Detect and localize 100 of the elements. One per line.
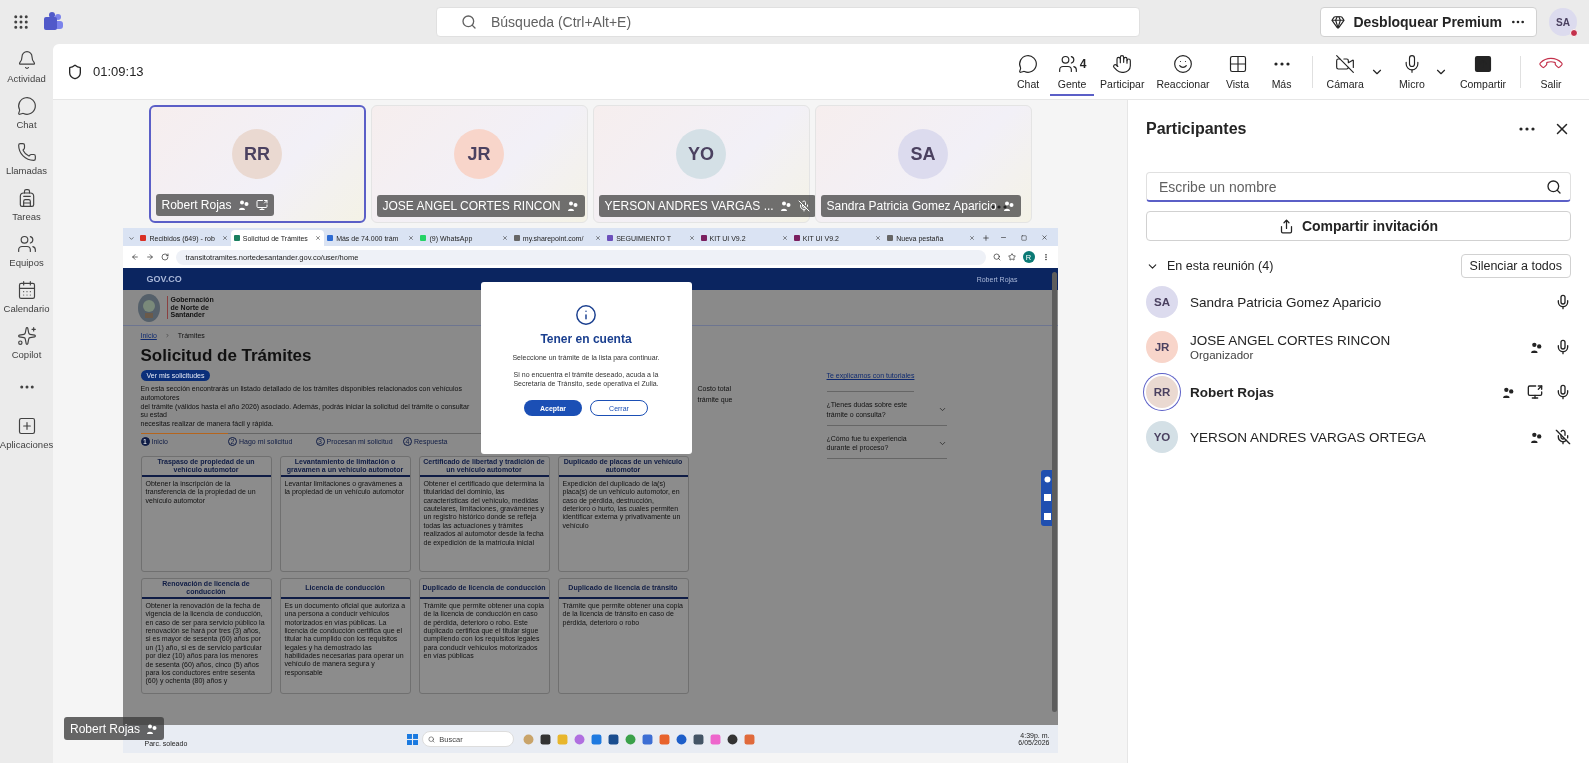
attendee-badge-icon bbox=[566, 200, 579, 212]
toolbar-button[interactable]: Chat bbox=[1006, 47, 1051, 96]
search-field[interactable]: Búsqueda (Ctrl+Alt+E) bbox=[436, 7, 1140, 37]
toolbar-button[interactable]: Más bbox=[1259, 47, 1304, 96]
back-icon[interactable] bbox=[130, 253, 139, 261]
search-icon[interactable] bbox=[992, 253, 1001, 261]
participant-row[interactable]: RR Robert Rojas bbox=[1146, 370, 1571, 414]
chat-icon bbox=[16, 96, 37, 116]
gem-icon bbox=[1331, 15, 1346, 29]
minimize-icon[interactable] bbox=[999, 234, 1007, 241]
favicon bbox=[233, 235, 240, 241]
add-app-icon bbox=[16, 416, 37, 436]
favicon bbox=[420, 235, 427, 241]
start-icon[interactable] bbox=[407, 733, 419, 745]
participant-avatar: SA bbox=[1146, 286, 1178, 318]
text-size-icon bbox=[1043, 494, 1051, 502]
favicon bbox=[700, 235, 707, 241]
scrollbar[interactable] bbox=[1051, 272, 1057, 712]
teams-logo-icon[interactable] bbox=[42, 12, 64, 32]
tab-list-icon[interactable] bbox=[127, 235, 135, 242]
dialog-title: Tener en cuenta bbox=[540, 332, 632, 346]
participant-avatar: JR bbox=[454, 129, 504, 179]
attendee-badge-icon bbox=[779, 200, 792, 212]
people-icon bbox=[16, 234, 37, 254]
section-toggle[interactable]: En esta reunión (4) bbox=[1146, 259, 1453, 273]
name-tag: Robert Rojas bbox=[155, 194, 274, 216]
taskbar-app-icon[interactable] bbox=[727, 733, 739, 745]
new-tab-icon[interactable] bbox=[981, 234, 990, 242]
grid-icon bbox=[1227, 53, 1248, 74]
toolbar-button[interactable]: Participar bbox=[1094, 47, 1151, 96]
participant-row[interactable]: YO YERSON ANDRES VARGAS ORTEGA bbox=[1146, 415, 1571, 459]
forward-icon[interactable] bbox=[145, 253, 154, 261]
premium-button[interactable]: Desbloquear Premium bbox=[1320, 7, 1537, 37]
taskbar-app-icon[interactable] bbox=[540, 733, 552, 745]
search-field[interactable]: Escribe un nombre bbox=[1146, 172, 1571, 202]
user-avatar[interactable]: SA bbox=[1549, 8, 1577, 36]
share-invite-button[interactable]: Compartir invitación bbox=[1146, 211, 1571, 241]
taskbar-app-icon[interactable] bbox=[693, 733, 705, 745]
name-tag: JOSE ANGEL CORTES RINCON bbox=[376, 195, 585, 217]
mic-icon[interactable] bbox=[1555, 294, 1571, 310]
rail-item[interactable]: Aplicaciones bbox=[0, 416, 53, 450]
participant-avatar: RR bbox=[232, 129, 282, 179]
rail-item[interactable]: Copilot bbox=[0, 326, 53, 360]
contrast-icon bbox=[1043, 475, 1051, 483]
rail-item[interactable]: Chat bbox=[0, 96, 53, 130]
toolbar-button[interactable]: Salir bbox=[1529, 47, 1573, 96]
toolbar-button[interactable]: Vista bbox=[1215, 47, 1260, 96]
participant-avatar: JR bbox=[1146, 331, 1178, 363]
rail-item[interactable]: Actividad bbox=[0, 50, 53, 84]
mic-icon[interactable] bbox=[1555, 384, 1571, 400]
shield-icon bbox=[67, 63, 83, 80]
phone-icon bbox=[16, 142, 37, 162]
share-icon bbox=[1278, 218, 1294, 234]
rail-item[interactable]: Calendario bbox=[0, 280, 53, 314]
maximize-icon[interactable] bbox=[1020, 234, 1027, 241]
star-icon[interactable] bbox=[1007, 253, 1016, 261]
toolbar-button[interactable]: Compartir bbox=[1453, 47, 1512, 96]
participant-name: JOSE ANGEL CORTES RINCON bbox=[1190, 333, 1392, 348]
mic-off-icon[interactable] bbox=[1555, 429, 1571, 445]
search-icon bbox=[461, 14, 477, 30]
favicon bbox=[140, 235, 147, 241]
participant-role: Organizador bbox=[1190, 349, 1255, 361]
meeting-timer: 01:09:13 bbox=[93, 64, 144, 79]
participant-name: Sandra Patricia Gomez Aparicio bbox=[1190, 294, 1383, 310]
toolbar-button[interactable]: 4 Gente bbox=[1050, 47, 1095, 96]
name-tag: YERSON ANDRES VARGAS ... bbox=[598, 195, 816, 217]
video-tile[interactable]: JR JOSE ANGEL CORTES RINCON bbox=[370, 105, 588, 223]
rail-item[interactable]: Tareas bbox=[0, 188, 53, 222]
taskbar-app-icon[interactable] bbox=[608, 733, 620, 745]
rail-item[interactable]: Llamadas bbox=[0, 142, 53, 176]
participant-row[interactable]: JR JOSE ANGEL CORTES RINCON Organizador bbox=[1146, 325, 1571, 369]
taskbar-app-icon[interactable] bbox=[676, 733, 688, 745]
video-tile[interactable]: SA Sandra Patricia Gomez Aparicio bbox=[814, 105, 1032, 223]
participant-row[interactable]: SA Sandra Patricia Gomez Aparicio bbox=[1146, 280, 1571, 324]
rail-item[interactable]: Equipos bbox=[0, 234, 53, 268]
video-tile[interactable]: RR Robert Rojas bbox=[148, 105, 366, 223]
toolbar-button[interactable]: Reaccionar bbox=[1150, 47, 1216, 96]
chat-icon bbox=[1018, 53, 1039, 74]
favicon bbox=[887, 235, 894, 241]
presenter-tag: Robert Rojas bbox=[64, 717, 165, 740]
participant-avatar: SA bbox=[898, 129, 948, 179]
reload-icon[interactable] bbox=[160, 253, 169, 261]
attendee-badge-icon bbox=[1002, 200, 1015, 212]
toolbar-button[interactable]: Micro bbox=[1389, 47, 1434, 96]
attendee-badge-icon bbox=[237, 199, 250, 211]
favicon bbox=[513, 235, 520, 241]
search-input[interactable]: Escribe un nombre bbox=[1157, 177, 1546, 196]
app-launcher-icon[interactable] bbox=[12, 13, 30, 31]
participant-avatar: YO bbox=[1146, 421, 1178, 453]
info-icon bbox=[575, 304, 597, 326]
search-icon bbox=[1546, 178, 1562, 195]
attendee-badge-icon bbox=[1530, 430, 1543, 444]
favicon bbox=[793, 235, 800, 241]
mute-all-button[interactable]: Silenciar a todos bbox=[1460, 254, 1571, 278]
site-logo[interactable]: GOV.CO bbox=[146, 274, 182, 284]
participant-avatar: RR bbox=[1146, 376, 1178, 408]
search-icon bbox=[428, 735, 436, 743]
crest-icon bbox=[136, 292, 161, 323]
toolbar-button[interactable]: Cámara bbox=[1320, 47, 1370, 96]
mic-icon[interactable] bbox=[1555, 339, 1571, 355]
